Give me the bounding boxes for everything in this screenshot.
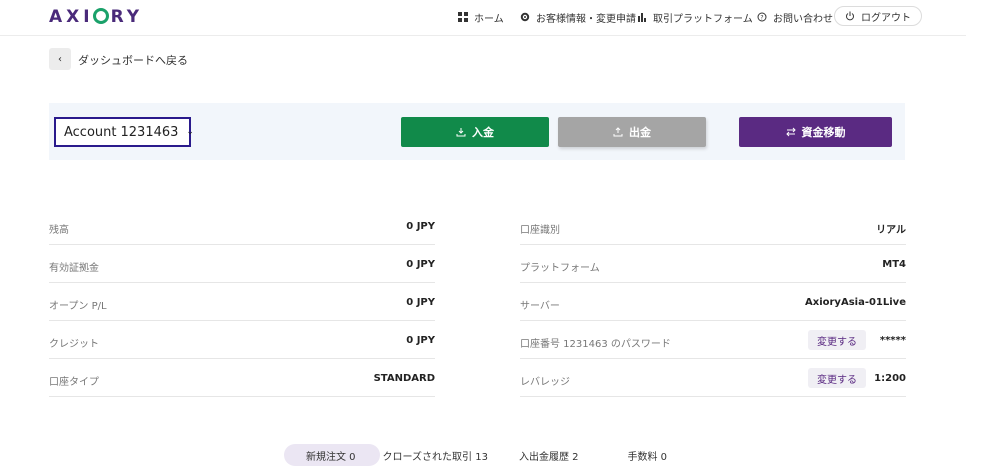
grid-icon — [458, 12, 468, 22]
detail-row-leverage: レバレッジ 変更する 1:200 — [520, 359, 906, 397]
top-header: AXI RY ホーム お客様情報・変更申請 取引プラットフォーム ? お問い合わせ… — [0, 0, 966, 36]
detail-row-platform: プラットフォーム MT4 — [520, 245, 906, 283]
axiory-logo[interactable]: AXI RY — [49, 6, 143, 27]
detail-value: 0 JPY — [406, 297, 435, 308]
detail-label: 口座識別 — [520, 225, 560, 236]
transfer-button[interactable]: 資金移動 — [739, 117, 892, 147]
detail-value: 0 JPY — [406, 335, 435, 346]
change-password-button[interactable]: 変更する — [808, 330, 866, 350]
help-circle-icon: ? — [757, 12, 767, 22]
withdraw-label: 出金 — [629, 126, 651, 139]
page: AXI RY ホーム お客様情報・変更申請 取引プラットフォーム ? お問い合わせ… — [0, 0, 1000, 468]
detail-value: リアル — [876, 225, 906, 236]
history-tabs: 新規注文 0 クローズされた取引 13 入出金履歴 2 手数料 0 — [284, 444, 678, 466]
detail-value: ***** — [879, 335, 906, 346]
power-icon — [846, 11, 854, 21]
detail-label: 口座番号 1231463 のパスワード — [520, 339, 671, 350]
logout-button[interactable]: ログアウト — [834, 6, 922, 26]
back-button[interactable]: ‹ — [49, 48, 71, 70]
detail-value: AxioryAsia-01Live — [805, 297, 906, 308]
detail-row-balance: 残高 0 JPY — [49, 207, 435, 245]
nav-platform[interactable]: 取引プラットフォーム — [637, 6, 753, 28]
chevron-down-icon: ⌄ — [186, 127, 194, 137]
detail-label: オープン P/L — [49, 301, 107, 312]
detail-row-credit: クレジット 0 JPY — [49, 321, 435, 359]
detail-label: サーバー — [520, 301, 560, 312]
nav-home-label: ホーム — [474, 13, 504, 25]
account-prefix: Account — [64, 124, 117, 140]
detail-label: 残高 — [49, 225, 69, 236]
svg-text:?: ? — [760, 15, 763, 22]
bar-chart-icon — [638, 13, 646, 22]
detail-label: 有効証拠金 — [49, 263, 99, 274]
deposit-button[interactable]: 入金 — [401, 117, 549, 147]
tab-fees[interactable]: 手数料 0 — [617, 444, 679, 466]
change-leverage-button[interactable]: 変更する — [808, 368, 866, 388]
upload-icon — [613, 127, 623, 137]
detail-row-open-pl: オープン P/L 0 JPY — [49, 283, 435, 321]
account-number: 1231463 — [120, 124, 179, 140]
nav-customer-info[interactable]: お客様情報・変更申請 — [520, 6, 636, 28]
chevron-left-icon: ‹ — [58, 53, 62, 65]
back-link[interactable]: ダッシュボードへ戻る — [78, 52, 188, 68]
download-icon — [456, 128, 466, 137]
detail-value: STANDARD — [373, 373, 435, 384]
deposit-label: 入金 — [472, 126, 494, 139]
nav-contact-label: お問い合わせ — [773, 13, 833, 25]
tab-funding-history[interactable]: 入出金履歴 2 — [508, 444, 617, 466]
detail-row-server: サーバー AxioryAsia-01Live — [520, 283, 906, 321]
nav-contact[interactable]: ? お問い合わせ — [757, 6, 833, 28]
detail-row-account-type: 口座タイプ STANDARD — [49, 359, 435, 397]
tab-closed-trades[interactable]: クローズされた取引 13 — [380, 444, 508, 466]
detail-value: 1:200 — [874, 373, 906, 384]
detail-label: クレジット — [49, 339, 99, 350]
detail-value: 0 JPY — [406, 259, 435, 270]
nav-home[interactable]: ホーム — [458, 6, 504, 28]
tab-open-orders[interactable]: 新規注文 0 — [284, 444, 380, 466]
detail-label: レバレッジ — [520, 377, 570, 388]
detail-value: MT4 — [882, 259, 906, 270]
detail-value: 0 JPY — [406, 221, 435, 232]
nav-customer-info-label: お客様情報・変更申請 — [536, 13, 636, 25]
logout-label: ログアウト — [861, 12, 911, 24]
detail-row-password: 口座番号 1231463 のパスワード 変更する ***** — [520, 321, 906, 359]
detail-row-equity: 有効証拠金 0 JPY — [49, 245, 435, 283]
detail-label: 口座タイプ — [49, 377, 99, 388]
nav-platform-label: 取引プラットフォーム — [653, 13, 753, 25]
transfer-arrows-icon — [785, 127, 796, 137]
detail-label: プラットフォーム — [520, 263, 600, 274]
gear-icon — [520, 12, 530, 22]
transfer-label: 資金移動 — [801, 126, 846, 139]
account-selector[interactable]: Account 1231463 ⌄ — [54, 117, 194, 147]
detail-row-account-id: 口座識別 リアル — [520, 207, 906, 245]
withdraw-button[interactable]: 出金 — [558, 117, 706, 147]
